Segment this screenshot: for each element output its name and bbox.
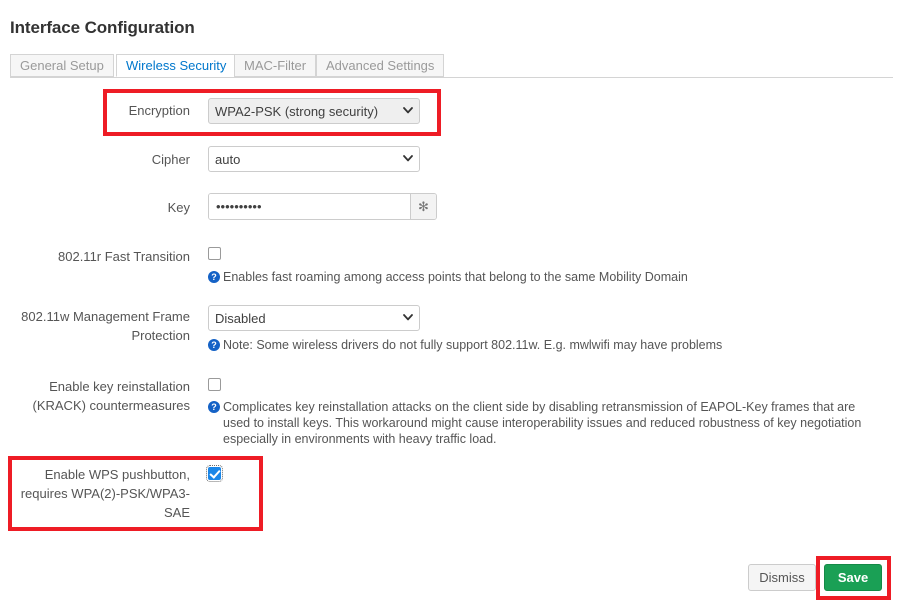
interface-configuration-dialog: Interface Configuration General Setup Wi… xyxy=(0,0,897,602)
key-input[interactable] xyxy=(209,194,410,219)
fast-transition-checkbox[interactable] xyxy=(208,247,221,260)
wps-label: Enable WPS pushbutton, requires WPA(2)-P… xyxy=(20,467,190,520)
key-label: Key xyxy=(167,200,190,215)
mfp-hint-text: Note: Some wireless drivers do not fully… xyxy=(223,338,723,352)
question-circle-icon: ? xyxy=(208,339,220,351)
krack-hint-text: Complicates key reinstallation attacks o… xyxy=(223,400,862,446)
tab-bar: General Setup Wireless Security MAC-Filt… xyxy=(10,54,893,78)
mfp-select[interactable]: Disabled xyxy=(208,305,420,331)
mfp-hint: ? Note: Some wireless drivers do not full… xyxy=(208,337,722,353)
key-field: ✻ xyxy=(208,193,437,220)
fast-transition-label: 802.11r Fast Transition xyxy=(58,249,190,264)
tab-mac-filter[interactable]: MAC-Filter xyxy=(234,54,317,77)
question-circle-icon: ? xyxy=(208,401,220,413)
page-title: Interface Configuration xyxy=(10,18,195,37)
wps-checkbox[interactable] xyxy=(206,465,223,482)
fast-transition-field xyxy=(208,247,221,263)
tab-wireless-security[interactable]: Wireless Security xyxy=(116,54,237,77)
dismiss-button[interactable]: Dismiss xyxy=(748,564,816,591)
cipher-select-wrapper: auto xyxy=(208,146,420,172)
wps-field xyxy=(206,465,223,483)
tab-general-setup[interactable]: General Setup xyxy=(10,54,114,77)
mfp-select-wrapper: Disabled xyxy=(208,305,420,331)
encryption-label: Encryption xyxy=(128,103,190,118)
krack-hint: ? Complicates key reinstallation attacks … xyxy=(208,399,878,447)
fast-transition-hint: ? Enables fast roaming among access point… xyxy=(208,269,688,285)
encryption-select-wrapper: WPA2-PSK (strong security) xyxy=(208,98,420,124)
fast-transition-hint-text: Enables fast roaming among access points… xyxy=(223,270,688,284)
save-button[interactable]: Save xyxy=(824,564,882,591)
encryption-field: WPA2-PSK (strong security) xyxy=(208,98,420,124)
tab-advanced-settings[interactable]: Advanced Settings xyxy=(316,54,445,77)
krack-field xyxy=(208,378,221,394)
question-circle-icon: ? xyxy=(208,271,220,283)
cipher-label: Cipher xyxy=(151,152,190,167)
encryption-select[interactable]: WPA2-PSK (strong security) xyxy=(208,98,420,124)
mfp-label: 802.11w Management Frame Protection xyxy=(21,309,190,343)
reveal-password-button[interactable]: ✻ xyxy=(410,194,436,219)
cipher-field: auto xyxy=(208,146,420,172)
cipher-select[interactable]: auto xyxy=(208,146,420,172)
key-input-group: ✻ xyxy=(208,193,437,220)
mfp-field: Disabled xyxy=(208,305,420,331)
krack-label: Enable key reinstallation (KRACK) counte… xyxy=(32,379,191,413)
krack-checkbox[interactable] xyxy=(208,378,221,391)
